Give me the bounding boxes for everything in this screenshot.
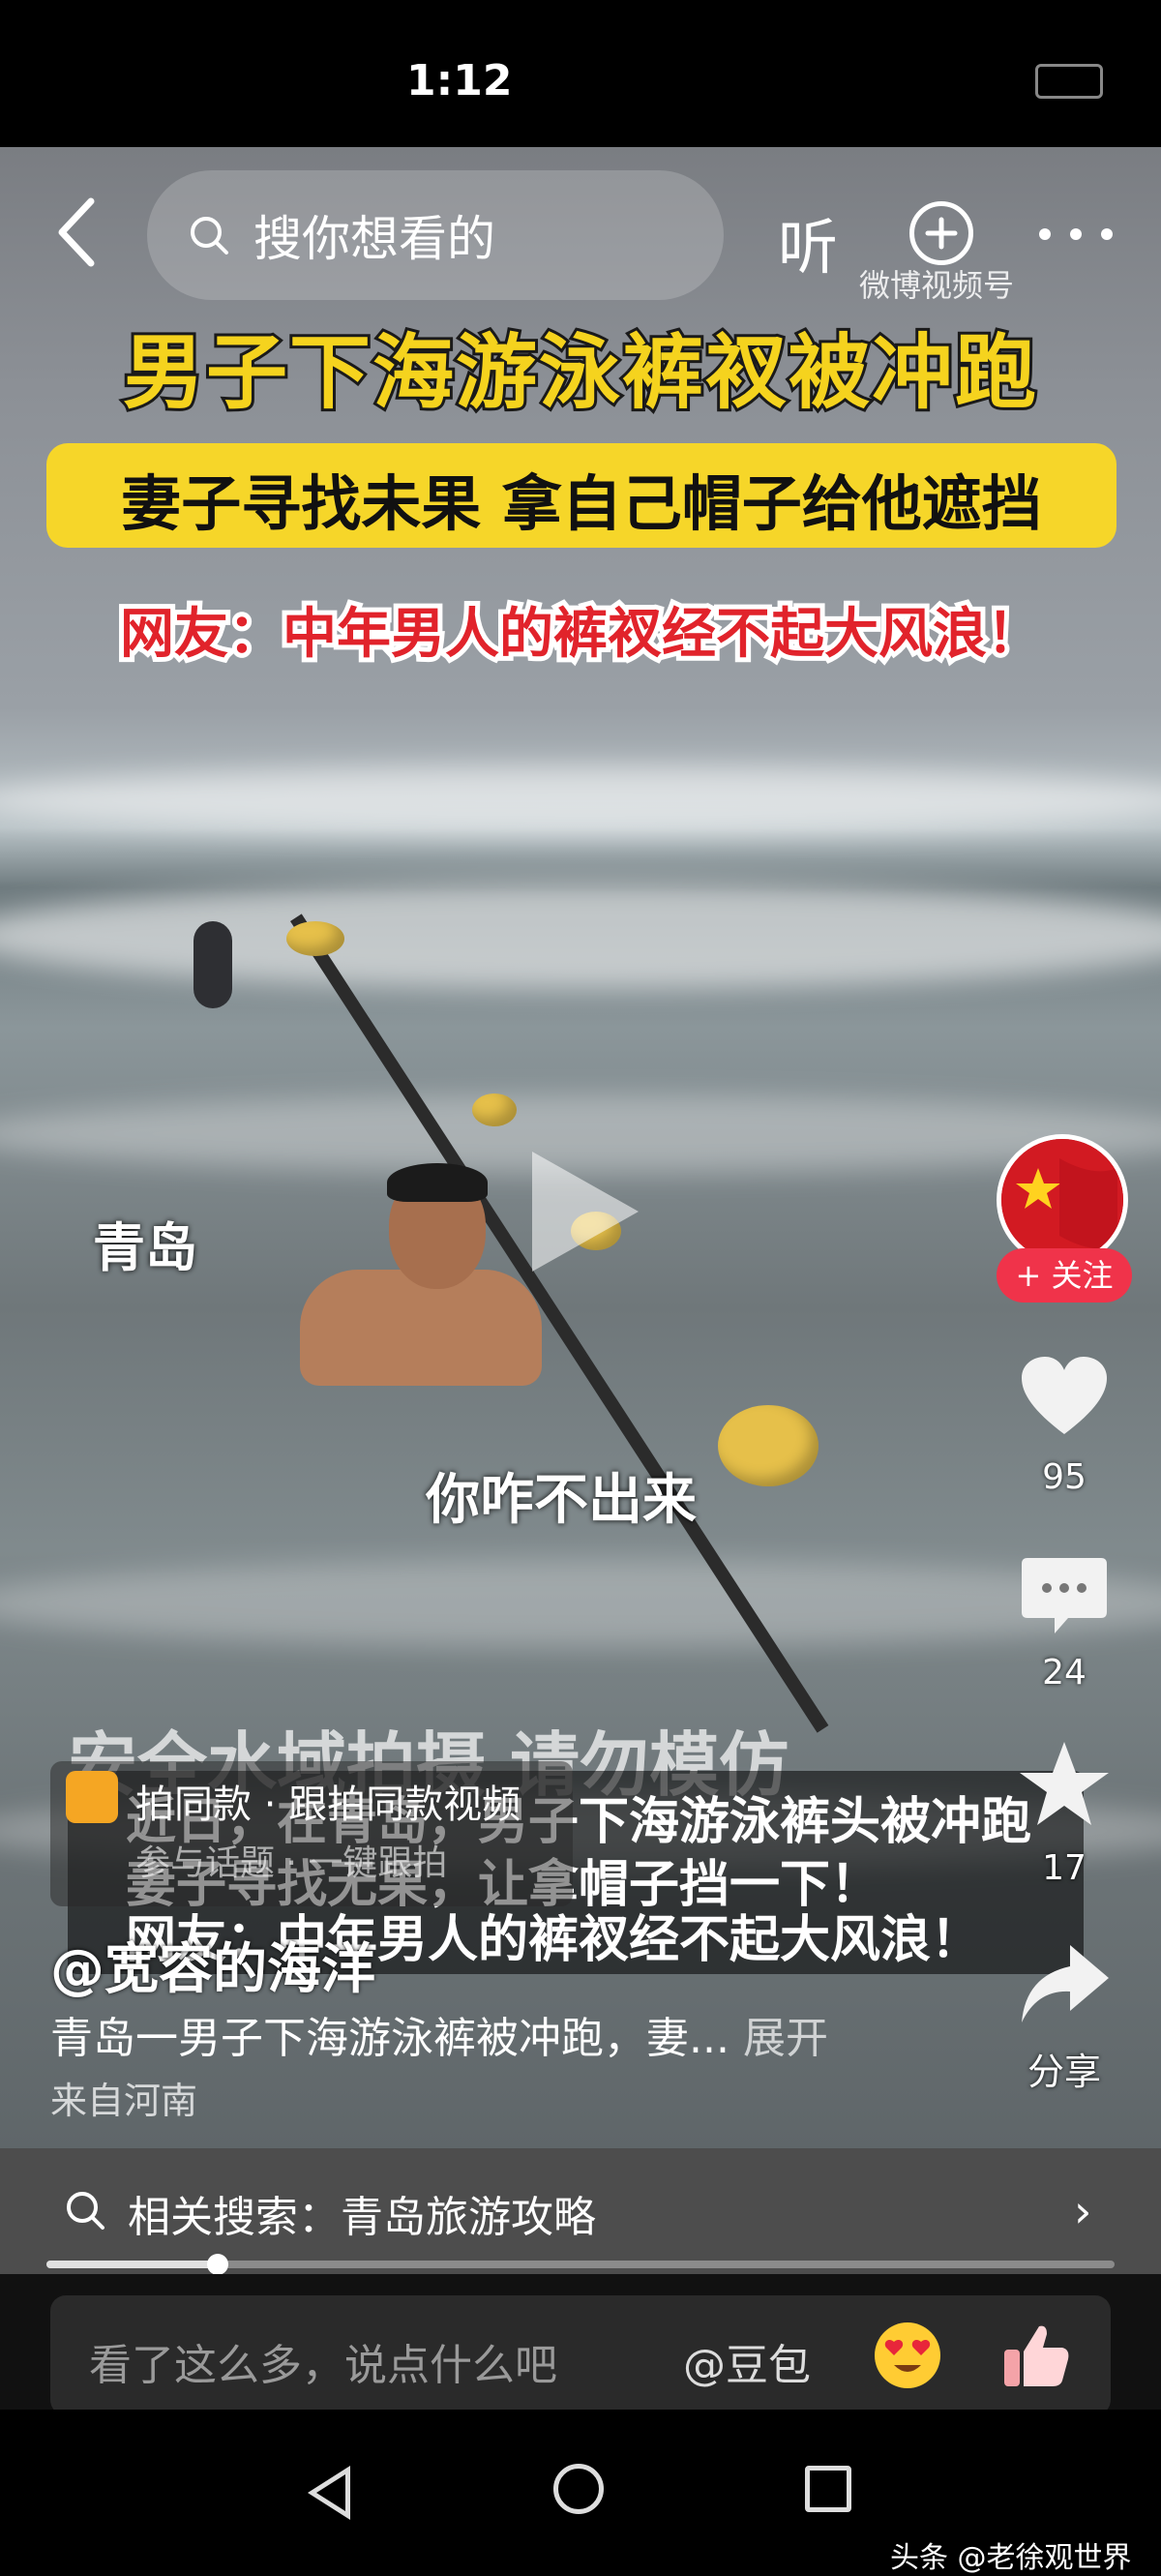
search-icon — [191, 217, 228, 255]
search-placeholder: 搜你想看的 — [253, 211, 495, 267]
battery-icon — [1035, 64, 1103, 99]
nav-recents-icon[interactable] — [805, 2466, 851, 2512]
chevron-right-icon[interactable]: › — [1074, 2185, 1091, 2237]
video-description: 青岛一男子下海游泳裤被冲跑，妻... 展开 — [50, 2003, 828, 2065]
video-caption: 你咋不出来 — [426, 1469, 697, 1532]
video-location-label: 青岛 — [93, 1217, 197, 1278]
plus-icon — [925, 217, 958, 250]
wave-decor — [0, 883, 1161, 989]
expand-button[interactable]: 展开 — [743, 2014, 828, 2063]
search-input[interactable]: 搜你想看的 — [147, 170, 724, 300]
author-avatar[interactable] — [997, 1134, 1128, 1266]
background-person — [194, 921, 232, 1008]
related-search-text[interactable]: 相关搜索：青岛旅游攻略 — [128, 2182, 596, 2244]
thumbs-up-icon[interactable] — [997, 2317, 1074, 2394]
buoy — [286, 921, 344, 956]
follow-button[interactable]: + 关注 — [997, 1248, 1132, 1303]
video-headline-sub: 妻子寻找未果 拿自己帽子给他遮挡 — [121, 468, 1042, 539]
nav-home-icon[interactable] — [553, 2464, 604, 2514]
comment-count: 24 — [1042, 1653, 1087, 1692]
wave-decor — [0, 766, 1161, 834]
wave-decor — [0, 1560, 1161, 1647]
share-label[interactable]: 分享 — [987, 2042, 1142, 2095]
swimmer-hair — [387, 1163, 488, 1202]
search-icon — [67, 2192, 104, 2230]
topic-hint: 参与话题 · 一键跟拍 — [135, 1843, 448, 1883]
heart-eyes-emoji-icon[interactable] — [873, 2321, 942, 2390]
mention-doubao-button[interactable]: @豆包 — [683, 2330, 811, 2392]
like-heart-icon[interactable] — [1016, 1349, 1113, 1446]
status-bar — [0, 0, 1161, 147]
author-name[interactable]: @宽容的海洋 — [50, 1926, 375, 2004]
nav-back-inner — [316, 2474, 345, 2511]
share-arrow-icon[interactable] — [1016, 1937, 1113, 2034]
camera-icon — [66, 1771, 118, 1823]
favorite-count: 17 — [1042, 1848, 1087, 1888]
more-icon[interactable] — [1037, 228, 1115, 240]
flag-avatar-image — [1001, 1139, 1123, 1261]
play-icon[interactable] — [532, 1152, 639, 1272]
same-style-label[interactable]: 拍同款 · 跟拍同款视频 — [135, 1773, 521, 1829]
swimmer-body — [300, 1270, 542, 1386]
progress-fill — [46, 2261, 218, 2268]
buoy — [472, 1093, 517, 1126]
comment-placeholder: 看了这么多，说点什么吧 — [89, 2341, 557, 2390]
video-headline-comment: 网友：中年男人的裤衩经不起大风浪！ — [115, 598, 1046, 671]
add-button[interactable] — [909, 201, 973, 265]
progress-handle[interactable] — [207, 2254, 228, 2275]
description-text: 青岛一男子下海游泳裤被冲跑，妻... — [50, 2014, 729, 2063]
favorite-star-icon[interactable] — [1016, 1736, 1113, 1833]
comment-icon[interactable] — [1016, 1548, 1113, 1645]
weibo-watermark: 微博视频号 — [859, 267, 1015, 304]
status-time: 1:12 — [406, 56, 513, 105]
buoy — [718, 1405, 819, 1486]
listen-button[interactable]: 听 — [778, 198, 838, 285]
back-arrow-icon[interactable] — [50, 194, 108, 271]
like-count: 95 — [1042, 1457, 1087, 1497]
video-headline-main: 男子下海游泳裤衩被冲跑 — [120, 321, 1039, 423]
from-location: 来自河南 — [50, 2080, 198, 2122]
source-watermark: 头条 @老徐观世界 — [890, 2541, 1132, 2575]
